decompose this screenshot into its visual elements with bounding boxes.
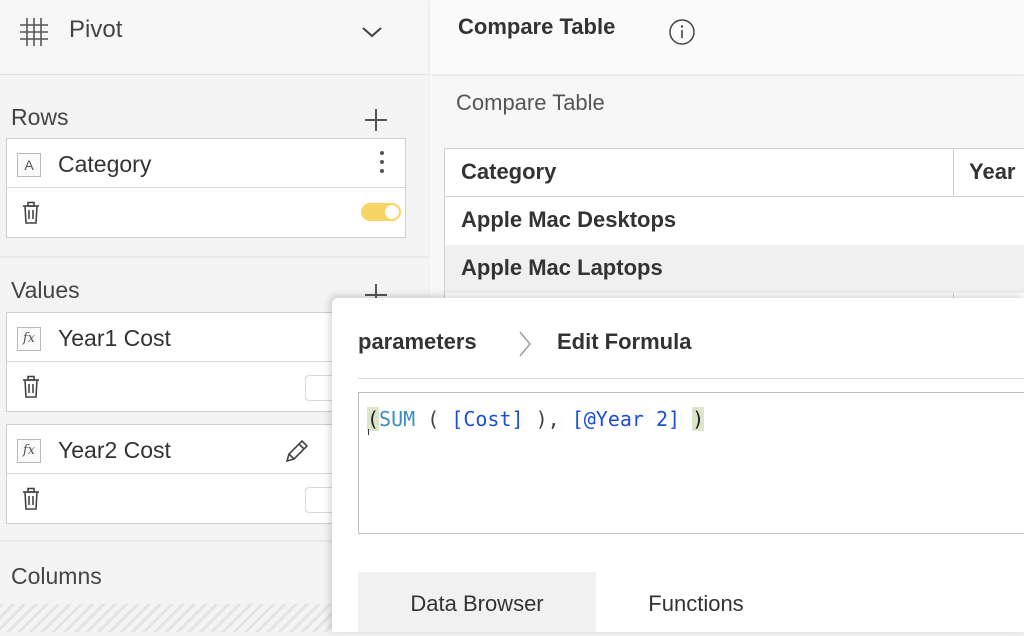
row-field-header[interactable]: A Category [7, 139, 405, 188]
kebab-menu-icon[interactable] [379, 151, 385, 177]
formula-ref-year2: [@Year 2] [571, 407, 681, 431]
table-row[interactable]: Apple Mac Laptops [445, 245, 1024, 293]
column-header-category[interactable]: Category [461, 159, 556, 185]
value-field-name-2: Year2 Cost [58, 437, 171, 463]
pivot-title: Pivot [69, 16, 123, 43]
dialog-tabs: Data Browser Functions [358, 572, 1024, 632]
table-cell: Apple Mac Laptops [461, 255, 663, 280]
grid-icon [20, 18, 48, 46]
columns-label: Columns [11, 563, 102, 589]
formula-punct: ( [415, 407, 452, 431]
formula-ref-cost: [Cost] [451, 407, 524, 431]
text-type-icon: A [17, 153, 41, 177]
report-title: Compare Table [458, 14, 616, 39]
pencil-icon[interactable] [283, 437, 311, 465]
formula-function: SUM [379, 407, 416, 431]
formula-punct [680, 407, 692, 431]
table-row[interactable]: Apple Mac Desktops [445, 197, 1024, 245]
formula-close-paren: ) [692, 407, 705, 431]
report-header: Compare Table [430, 0, 1024, 74]
trash-icon[interactable] [21, 487, 41, 511]
chevron-down-icon[interactable] [360, 22, 384, 42]
trash-icon[interactable] [21, 375, 41, 399]
pivot-header[interactable]: Pivot [0, 0, 428, 75]
edit-formula-dialog: parameters Edit Formula (SUM ( [Cost] ),… [332, 298, 1024, 632]
column-header-year[interactable]: Year [969, 159, 1016, 185]
section-divider [0, 256, 428, 258]
row-field-card: A Category [6, 138, 406, 238]
tab-data-browser[interactable]: Data Browser [358, 572, 596, 632]
compare-table: Category Year Apple Mac Desktops Apple M… [444, 148, 1024, 299]
info-icon[interactable] [668, 18, 696, 46]
formula-type-icon: fx [17, 439, 41, 463]
table-cell: Apple Mac Desktops [461, 207, 677, 232]
formula-punct: ), [523, 407, 572, 431]
tab-functions[interactable]: Functions [596, 572, 796, 632]
formula-text[interactable]: (SUM ( [Cost] ), [@Year 2] ) [367, 407, 705, 431]
table-caption: Compare Table [456, 90, 605, 115]
value-field-name-1: Year1 Cost [58, 325, 171, 351]
chevron-right-icon [519, 331, 531, 357]
table-header: Category Year [445, 149, 1024, 299]
row-toggle-switch[interactable] [361, 203, 401, 221]
rows-label: Rows [11, 104, 69, 130]
text-caret [368, 429, 369, 435]
formula-editor[interactable]: (SUM ( [Cost] ), [@Year 2] ) [358, 392, 1024, 534]
breadcrumb-edit-formula: Edit Formula [557, 329, 692, 354]
add-row-plus-icon[interactable] [365, 109, 387, 131]
values-label: Values [11, 277, 80, 303]
breadcrumb-parameters[interactable]: parameters [358, 329, 477, 355]
formula-open-paren: ( [367, 407, 380, 431]
trash-icon[interactable] [21, 201, 41, 225]
formula-type-icon: fx [17, 327, 41, 351]
row-field-name: Category [58, 151, 152, 177]
dialog-divider [358, 378, 1024, 379]
